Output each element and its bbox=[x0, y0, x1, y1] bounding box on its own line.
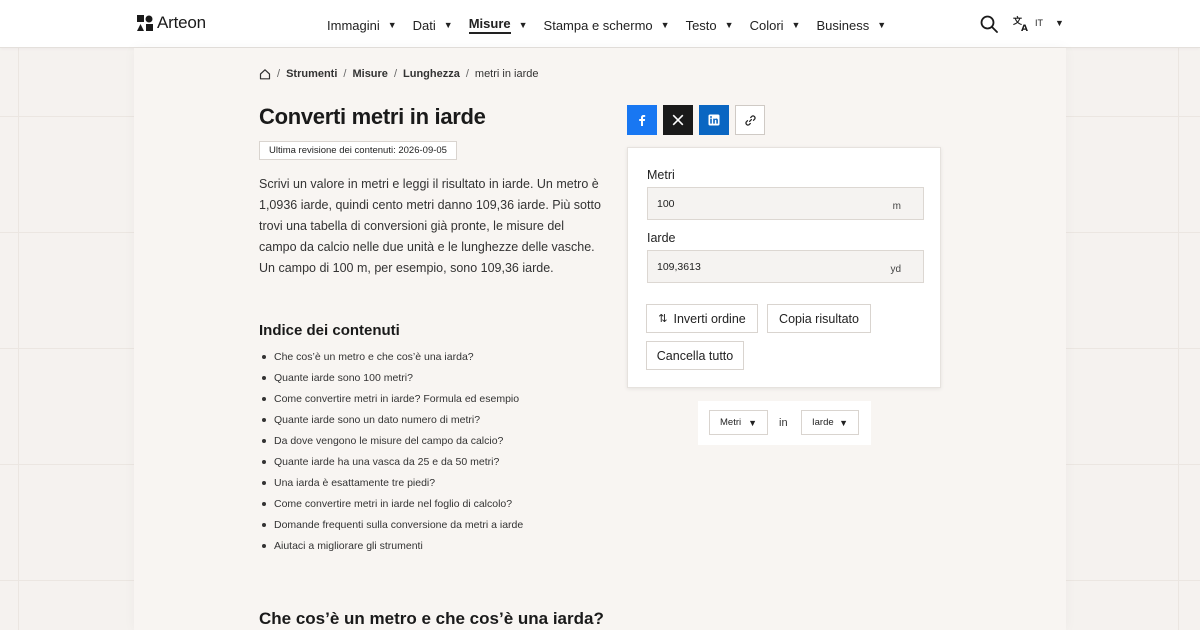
toc-item[interactable]: Da dove vengono le misure del campo da c… bbox=[261, 434, 523, 455]
breadcrumb: / Strumenti / Misure / Lunghezza / metri… bbox=[259, 68, 538, 80]
language-switcher[interactable]: 文 A IT ▼ bbox=[1013, 15, 1064, 31]
clear-all-button[interactable]: Cancella tutto bbox=[646, 341, 744, 370]
home-icon[interactable] bbox=[259, 68, 271, 80]
section-title: Che cos’è un metro e che cos’è una iarda… bbox=[259, 609, 604, 628]
main-menu: Immagini ▼ Dati ▼ Misure ▼ Stampa e sche… bbox=[327, 16, 902, 34]
breadcrumb-separator: / bbox=[465, 68, 469, 80]
nav-label: Stampa e schermo bbox=[543, 17, 653, 33]
from-unit-label: m bbox=[892, 201, 901, 212]
copy-result-label: Copia risultato bbox=[779, 311, 859, 326]
nav-item-testo[interactable]: Testo ▼ bbox=[686, 16, 750, 34]
to-unit-label: yd bbox=[890, 264, 901, 275]
caret-down-icon: ▼ bbox=[387, 20, 397, 30]
from-field-label: Metri bbox=[647, 168, 675, 182]
caret-down-icon: ▼ bbox=[791, 20, 801, 30]
from-unit-select[interactable]: Metri ▼ bbox=[709, 410, 768, 435]
swap-order-button[interactable]: ⇅ Inverti ordine bbox=[646, 304, 758, 333]
nav-item-business[interactable]: Business ▼ bbox=[816, 16, 902, 34]
toc-item[interactable]: Che cos’è un metro e che cos’è una iarda… bbox=[261, 350, 523, 371]
swap-arrows-icon: ⇅ bbox=[658, 313, 668, 325]
to-field: yd bbox=[647, 250, 924, 283]
clear-all-label: Cancella tutto bbox=[656, 348, 734, 363]
caret-down-icon: ▼ bbox=[1055, 18, 1064, 28]
caret-down-icon: ▼ bbox=[877, 20, 887, 30]
toc-item[interactable]: Domande frequenti sulla conversione da m… bbox=[261, 518, 523, 539]
breadcrumb-link-strumenti[interactable]: Strumenti bbox=[286, 68, 337, 80]
nav-label: Misure bbox=[468, 16, 511, 34]
svg-text:A: A bbox=[1021, 24, 1028, 31]
link-icon bbox=[744, 114, 756, 126]
swap-order-label: Inverti ordine bbox=[673, 311, 746, 326]
caret-down-icon: ▼ bbox=[518, 20, 528, 30]
toc-item[interactable]: Quante iarde sono un dato numero di metr… bbox=[261, 413, 523, 434]
toc-item[interactable]: Aiutaci a migliorare gli strumenti bbox=[261, 539, 523, 560]
caret-down-icon: ▼ bbox=[660, 20, 670, 30]
caret-down-icon: ▼ bbox=[748, 417, 757, 428]
breadcrumb-link-lunghezza[interactable]: Lunghezza bbox=[403, 68, 460, 80]
breadcrumb-link-misure[interactable]: Misure bbox=[352, 68, 387, 80]
from-field: m bbox=[647, 187, 924, 220]
breadcrumb-separator: / bbox=[277, 68, 281, 80]
yards-input[interactable] bbox=[648, 251, 868, 282]
to-unit-select[interactable]: Iarde ▼ bbox=[801, 410, 859, 435]
nav-label: Testo bbox=[685, 17, 717, 33]
breadcrumb-separator: / bbox=[343, 68, 347, 80]
arteon-logo-icon bbox=[137, 15, 153, 31]
revision-badge: Ultima revisione dei contenuti: 2026-09-… bbox=[259, 141, 457, 160]
nav-label: Dati bbox=[412, 17, 436, 33]
intro-paragraph: Scrivi un valore in metri e leggi il ris… bbox=[259, 177, 601, 275]
language-code: IT bbox=[1035, 18, 1043, 28]
meters-input[interactable] bbox=[648, 188, 868, 219]
share-facebook-button[interactable] bbox=[627, 105, 657, 135]
brand-name: Arteon bbox=[157, 13, 206, 32]
nav-item-stampa-e-schermo[interactable]: Stampa e schermo ▼ bbox=[544, 16, 686, 34]
nav-label: Colori bbox=[749, 17, 784, 33]
table-of-contents: Che cos’è un metro e che cos’è una iarda… bbox=[261, 350, 523, 560]
page-title: Converti metri in iarde bbox=[259, 104, 486, 129]
to-unit-select-value: Iarde bbox=[812, 417, 834, 428]
share-buttons bbox=[627, 105, 765, 135]
unit-connector: in bbox=[779, 417, 788, 429]
search-icon[interactable] bbox=[980, 15, 998, 33]
caret-down-icon: ▼ bbox=[724, 20, 734, 30]
linkedin-icon bbox=[708, 114, 720, 126]
nav-item-colori[interactable]: Colori ▼ bbox=[750, 16, 817, 34]
toc-item[interactable]: Una iarda è esattamente tre piedi? bbox=[261, 476, 523, 497]
toc-item[interactable]: Come convertire metri in iarde nel fogli… bbox=[261, 497, 523, 518]
facebook-icon bbox=[639, 115, 646, 126]
brand-logo[interactable]: Arteon bbox=[137, 13, 206, 33]
breadcrumb-current: metri in iarde bbox=[474, 68, 539, 80]
nav-label: Immagini bbox=[327, 17, 380, 33]
from-unit-select-value: Metri bbox=[720, 417, 742, 428]
share-x-button[interactable] bbox=[663, 105, 693, 135]
top-navigation-bar: Arteon Immagini ▼ Dati ▼ Misure ▼ Stampa… bbox=[0, 0, 1200, 48]
caret-down-icon: ▼ bbox=[839, 417, 848, 428]
unit-selector: Metri ▼ in Iarde ▼ bbox=[698, 401, 871, 445]
nav-item-immagini[interactable]: Immagini ▼ bbox=[327, 16, 413, 34]
translate-icon: 文 A bbox=[1013, 15, 1028, 31]
toc-title: Indice dei contenuti bbox=[259, 322, 400, 339]
converter-card: Metri m Iarde yd ⇅ Inverti ordine Copia … bbox=[627, 147, 941, 388]
toc-item[interactable]: Quante iarde ha una vasca da 25 e da 50 … bbox=[261, 455, 523, 476]
nav-label: Business bbox=[816, 17, 870, 33]
breadcrumb-separator: / bbox=[393, 68, 397, 80]
share-linkedin-button[interactable] bbox=[699, 105, 729, 135]
copy-link-button[interactable] bbox=[735, 105, 765, 135]
x-logo-icon bbox=[672, 114, 684, 126]
caret-down-icon: ▼ bbox=[443, 20, 453, 30]
toc-item[interactable]: Come convertire metri in iarde? Formula … bbox=[261, 392, 523, 413]
nav-item-dati[interactable]: Dati ▼ bbox=[413, 16, 469, 34]
nav-item-misure[interactable]: Misure ▼ bbox=[468, 16, 544, 34]
to-field-label: Iarde bbox=[647, 231, 676, 245]
toc-item[interactable]: Quante iarde sono 100 metri? bbox=[261, 371, 523, 392]
copy-result-button[interactable]: Copia risultato bbox=[767, 304, 871, 333]
